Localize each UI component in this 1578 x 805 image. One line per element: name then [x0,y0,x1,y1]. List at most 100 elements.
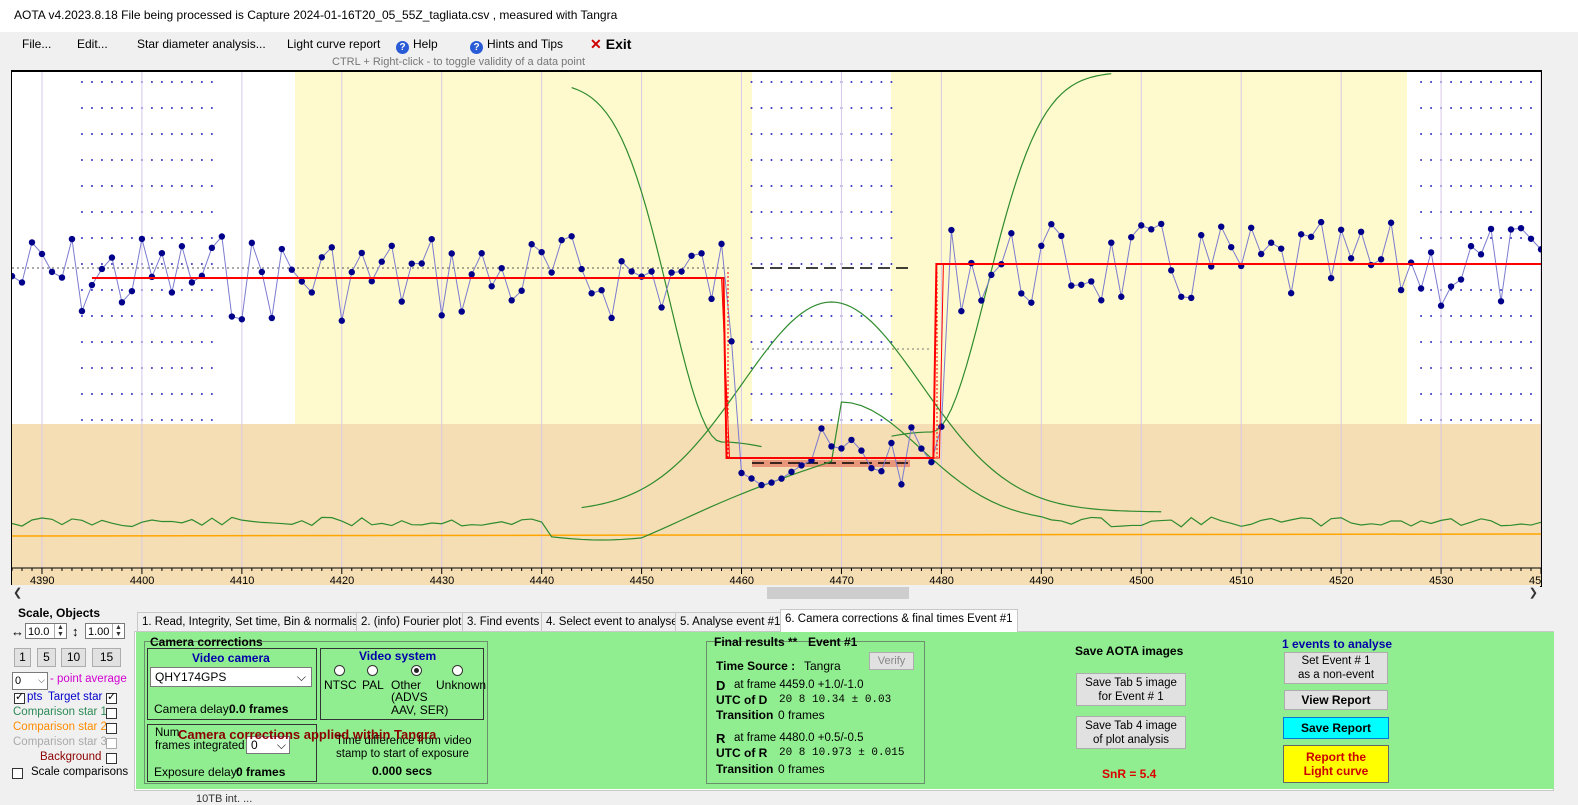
light-curve-svg[interactable]: 4390 4400 4410 4420 4430 4440 4450 4460 4470 4480… [12,72,1541,586]
selection-dot [1530,367,1533,369]
menu-help[interactable]: ? Help [396,37,438,54]
target-star-checkbox[interactable] [106,691,117,704]
point-average-select[interactable]: 0 ⌵ [12,672,48,690]
target-point [1327,274,1335,282]
target-point [978,297,985,304]
selection-dot [850,341,853,343]
report-light-curve-button[interactable]: Report the Light curve [1283,745,1389,783]
save-tab4-button[interactable]: Save Tab 4 image of plot analysis [1076,716,1186,749]
save-tab5-button[interactable]: Save Tab 5 image for Event # 1 [1076,673,1186,706]
hints-icon: ? [470,41,483,54]
selection-dot [1490,133,1493,135]
target-point [1018,290,1025,297]
selection-dot [790,393,793,395]
tab-fourier[interactable]: 2. (info) Fourier plot [356,612,467,631]
pal-radio[interactable] [367,665,378,676]
target-point [568,233,575,240]
selection-dot [160,81,163,83]
selection-dot [890,263,893,265]
menu-edit[interactable]: Edit... [77,37,108,51]
tab-camera-corrections[interactable]: 6. Camera corrections & final times Even… [780,609,1018,632]
unknown-radio[interactable] [452,665,463,676]
selection-dot [1480,419,1483,421]
selection-dot [890,211,893,213]
selection-dot [1520,211,1523,213]
menu-star-diameter[interactable]: Star diameter analysis... [137,37,266,51]
target-point [898,481,905,488]
light-curve-plot[interactable]: 4390 4400 4410 4420 4430 4440 4450 4460 4470 4480… [11,70,1542,587]
scale-comparisons-checkbox[interactable] [12,768,23,779]
selection-dot [1450,367,1453,369]
selection-dot [1530,289,1533,291]
selection-dot [210,159,213,161]
selection-dot [110,393,113,395]
selection-dot [110,185,113,187]
target-point [168,289,176,296]
zoom-15-button[interactable]: 15 [92,648,121,667]
selection-dot [760,289,763,291]
menu-exit[interactable]: ✕ Exit [590,36,631,53]
scroll-left-icon[interactable]: ❮ [13,586,22,599]
selection-dot [80,315,83,317]
selection-dot [170,341,173,343]
comparison-1-checkbox[interactable] [106,708,117,719]
selection-dot [810,263,813,265]
target-point [1188,294,1195,302]
selection-dot [830,133,833,135]
target-point [558,236,565,244]
background-checkbox[interactable] [106,753,117,764]
menu-help-label: Help [413,37,438,51]
spinner-arrows-icon[interactable]: ▲ ▼ [54,624,66,638]
selection-dot [1460,159,1463,161]
pts-checkbox[interactable] [14,691,25,704]
set-non-event-button[interactable]: Set Event # 1 as a non-event [1284,652,1388,684]
selection-dot [1480,211,1483,213]
menu-file[interactable]: File... [22,37,51,51]
selection-dot [860,107,863,109]
save-report-button[interactable]: Save Report [1283,717,1389,739]
selection-dot [160,237,163,239]
selection-dot [870,367,873,369]
ntsc-radio[interactable] [334,665,345,676]
selection-dot [760,81,763,83]
scroll-right-icon[interactable]: ❯ [1529,586,1538,599]
target-point [1427,249,1435,256]
tab-read-integrity[interactable]: 1. Read, Integrity, Set time, Bin & norm… [137,612,370,631]
scale-y-spinner[interactable]: 1.00 ▲ ▼ [85,623,125,639]
selection-dot [820,341,823,343]
tab-analyse-event[interactable]: 5. Analyse event #1 [675,612,786,631]
other-radio[interactable] [411,665,422,676]
tab-find-events[interactable]: 3. Find events [462,612,545,631]
comparison-2-checkbox[interactable] [106,723,117,734]
selection-dot [750,211,753,213]
verify-button[interactable]: Verify [869,652,914,670]
selection-dot [880,159,883,161]
selection-dot [850,159,853,161]
selection-dot [750,263,753,265]
selection-dot [1460,315,1463,317]
target-point [318,254,325,261]
camera-select[interactable]: QHY174GPS ⌵ [150,667,312,687]
selection-dot [1430,237,1433,239]
comparison-3-label: Comparison star 3 [13,736,107,748]
selection-dot [1420,341,1423,343]
selection-dot [1500,419,1503,421]
scrollbar-thumb[interactable] [767,587,909,599]
view-report-button[interactable]: View Report [1284,690,1388,710]
spinner-arrows-icon[interactable]: ▲ ▼ [112,624,124,638]
selection-dot [180,185,183,187]
selection-dot [110,159,113,161]
menu-hints[interactable]: ? Hints and Tips [470,37,563,54]
zoom-10-button[interactable]: 10 [61,648,86,667]
menu-light-curve-report[interactable]: Light curve report [287,37,380,51]
selection-dot [190,133,193,135]
tab-select-event[interactable]: 4. Select event to analyse [541,612,683,631]
target-point [228,313,236,320]
selection-dot [800,419,803,421]
comparison-3-checkbox[interactable] [106,738,117,749]
zoom-1-button[interactable]: 1 [14,648,31,667]
zoom-5-button[interactable]: 5 [37,648,56,667]
selection-dot [870,159,873,161]
selection-dot [130,237,133,239]
scale-x-spinner[interactable]: 10.0 ▲ ▼ [25,623,67,639]
